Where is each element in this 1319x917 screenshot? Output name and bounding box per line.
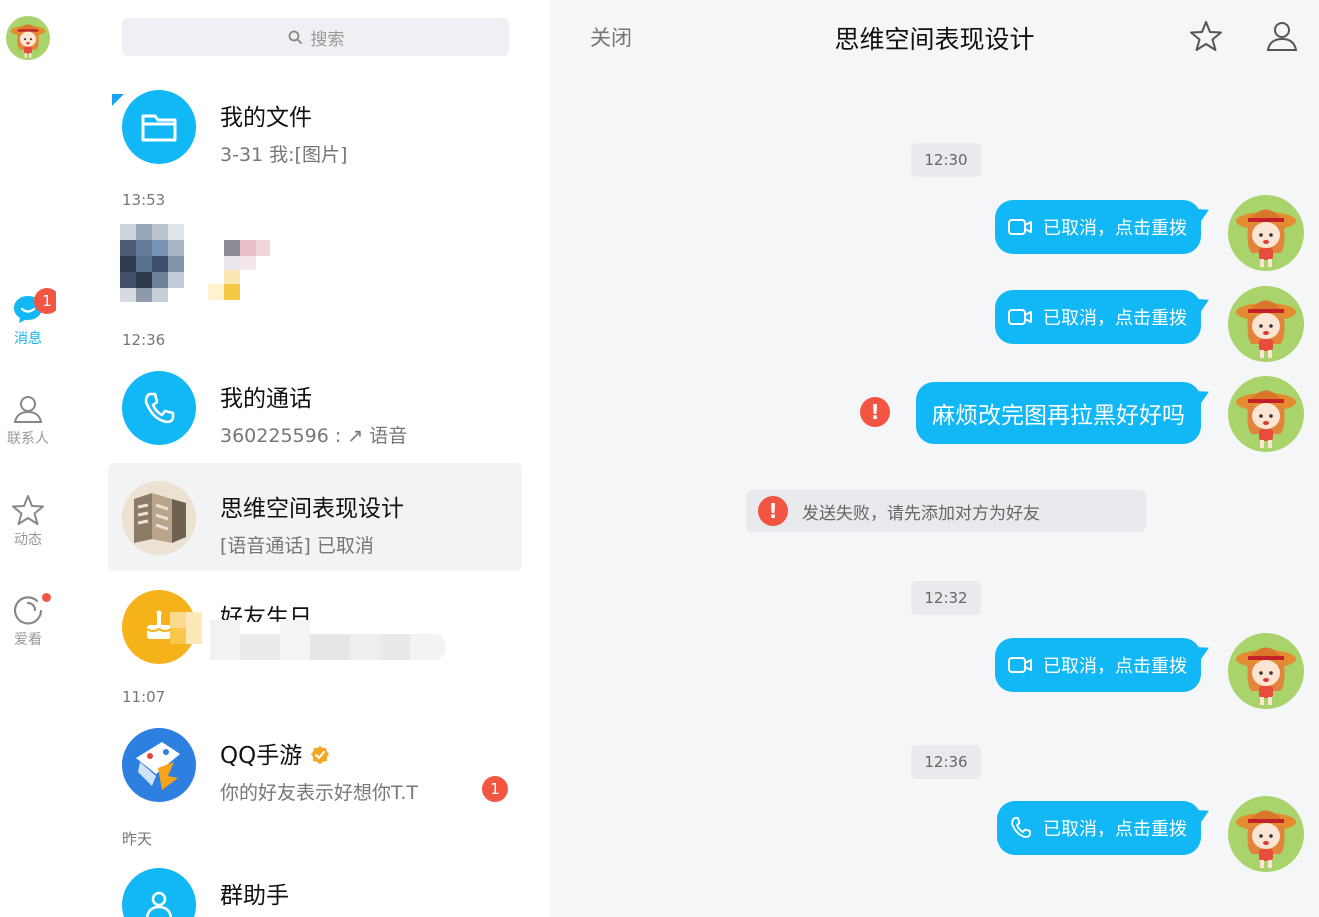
time-divider: 12:30 [911, 143, 981, 177]
notice-text: 发送失败，请先添加对方为好友 [802, 503, 1040, 524]
unread-badge: 1 [482, 776, 508, 802]
call-cancelled-bubble[interactable]: 已取消，点击重拨 [997, 801, 1201, 855]
star-icon [12, 495, 44, 525]
logo-icon [122, 481, 196, 555]
pixelated-name [208, 238, 272, 302]
conversation-list: 搜索 我的文件 3-31 我:[图片] 13:53 12:36 我的通话 360… [56, 0, 550, 917]
nav-item-moments[interactable]: 动态 [0, 493, 56, 549]
search-input[interactable]: 搜索 [122, 18, 509, 56]
nav-item-contacts[interactable]: 联系人 [0, 392, 56, 448]
folder-icon [141, 114, 177, 142]
qq-games-avatar [122, 728, 196, 802]
conversation-friend-birthday[interactable]: 好友生日 [108, 572, 522, 680]
conversation-blurred[interactable] [108, 216, 522, 324]
conversation-preview: 你的好友表示好想你T.T [220, 782, 418, 804]
conversation-qq-games[interactable]: QQ手游 你的好友表示好想你T.T 1 [108, 710, 522, 818]
video-call-icon [1008, 309, 1032, 325]
call-cancelled-bubble[interactable]: 已取消，点击重拨 [995, 200, 1201, 254]
verified-badge-icon [311, 746, 330, 764]
time-label: 昨天 [122, 830, 153, 848]
favorite-star-icon[interactable] [1188, 18, 1224, 54]
conversation-title: 我的文件 [220, 105, 312, 131]
time-divider: 12:32 [911, 581, 981, 615]
calls-avatar [122, 371, 196, 445]
nav-item-messages[interactable]: 1 消息 [0, 288, 60, 348]
pixelated-avatar [120, 224, 200, 302]
message-text: 已取消，点击重拨 [1043, 308, 1187, 329]
swirl-icon [13, 596, 43, 625]
chat-pane: 关闭 思维空间表现设计 12:30 已取消，点击重拨 已取消，点击重拨 ! 麻烦… [550, 0, 1319, 917]
conversation-preview: [语音通话] 已取消 [220, 535, 374, 557]
conversation-my-files[interactable]: 我的文件 3-31 我:[图片] [108, 72, 522, 180]
conversation-my-calls[interactable]: 我的通话 360225596 : ↗ 语音 [108, 353, 522, 461]
conversation-title: 思维空间表现设计 [220, 496, 404, 522]
nav-watch-dot [42, 593, 51, 602]
pixelated-preview [170, 612, 450, 660]
message-text: 已取消，点击重拨 [1043, 819, 1187, 840]
sender-avatar[interactable] [1228, 796, 1304, 872]
call-cancelled-bubble[interactable]: 已取消，点击重拨 [995, 290, 1201, 344]
conversation-preview: 3-31 我:[图片] [220, 144, 348, 166]
send-failed-icon[interactable]: ! [860, 397, 890, 427]
design-space-avatar [122, 481, 196, 555]
conversation-preview: 360225596 : ↗ 语音 [220, 425, 408, 447]
message-text: 已取消，点击重拨 [1043, 656, 1187, 677]
folder-avatar [122, 90, 196, 164]
sender-avatar[interactable] [1228, 633, 1304, 709]
system-notice: ! 发送失败，请先添加对方为好友 [746, 490, 1146, 532]
time-divider: 12:36 [911, 745, 981, 779]
video-call-icon [1008, 219, 1032, 235]
conversation-design-space[interactable]: 思维空间表现设计 [语音通话] 已取消 [108, 463, 522, 571]
nav-label-messages: 消息 [14, 331, 42, 347]
group-icon [145, 891, 173, 917]
person-icon [13, 396, 43, 423]
time-label: 13:53 [122, 191, 166, 209]
phone-icon [1011, 817, 1031, 838]
nav-label-contacts: 联系人 [7, 431, 49, 447]
sender-avatar[interactable] [1228, 286, 1304, 362]
conversation-group-assistant[interactable]: 群助手 [108, 850, 522, 917]
nav-item-watch[interactable]: 爱看 [0, 593, 56, 649]
message-text: 麻烦改完图再拉黑好好吗 [932, 403, 1185, 429]
call-cancelled-bubble[interactable]: 已取消，点击重拨 [995, 638, 1201, 692]
conversation-title: 我的通话 [220, 386, 312, 412]
video-call-icon [1008, 657, 1032, 673]
nav-label-moments: 动态 [14, 532, 42, 548]
group-assistant-avatar [122, 868, 196, 917]
nav-label-watch: 爱看 [14, 632, 42, 648]
text-message-bubble[interactable]: 麻烦改完图再拉黑好好吗 [916, 382, 1201, 444]
game-icon [136, 742, 180, 790]
search-icon [288, 30, 302, 44]
time-label: 12:36 [122, 331, 166, 349]
message-text: 已取消，点击重拨 [1043, 218, 1187, 239]
sender-avatar[interactable] [1228, 195, 1304, 271]
conversation-title: 群助手 [220, 883, 289, 909]
conversation-title: QQ手游 [220, 736, 330, 770]
user-avatar[interactable] [6, 16, 50, 60]
search-placeholder: 搜索 [310, 29, 345, 50]
profile-person-icon[interactable] [1264, 18, 1300, 54]
warning-icon: ! [758, 496, 788, 526]
sender-avatar[interactable] [1228, 376, 1304, 452]
time-label: 11:07 [122, 688, 166, 706]
phone-icon [144, 392, 175, 424]
nav-rail: 1 消息 联系人 动态 爱看 [0, 0, 60, 917]
conversation-title-text: QQ手游 [220, 743, 303, 769]
